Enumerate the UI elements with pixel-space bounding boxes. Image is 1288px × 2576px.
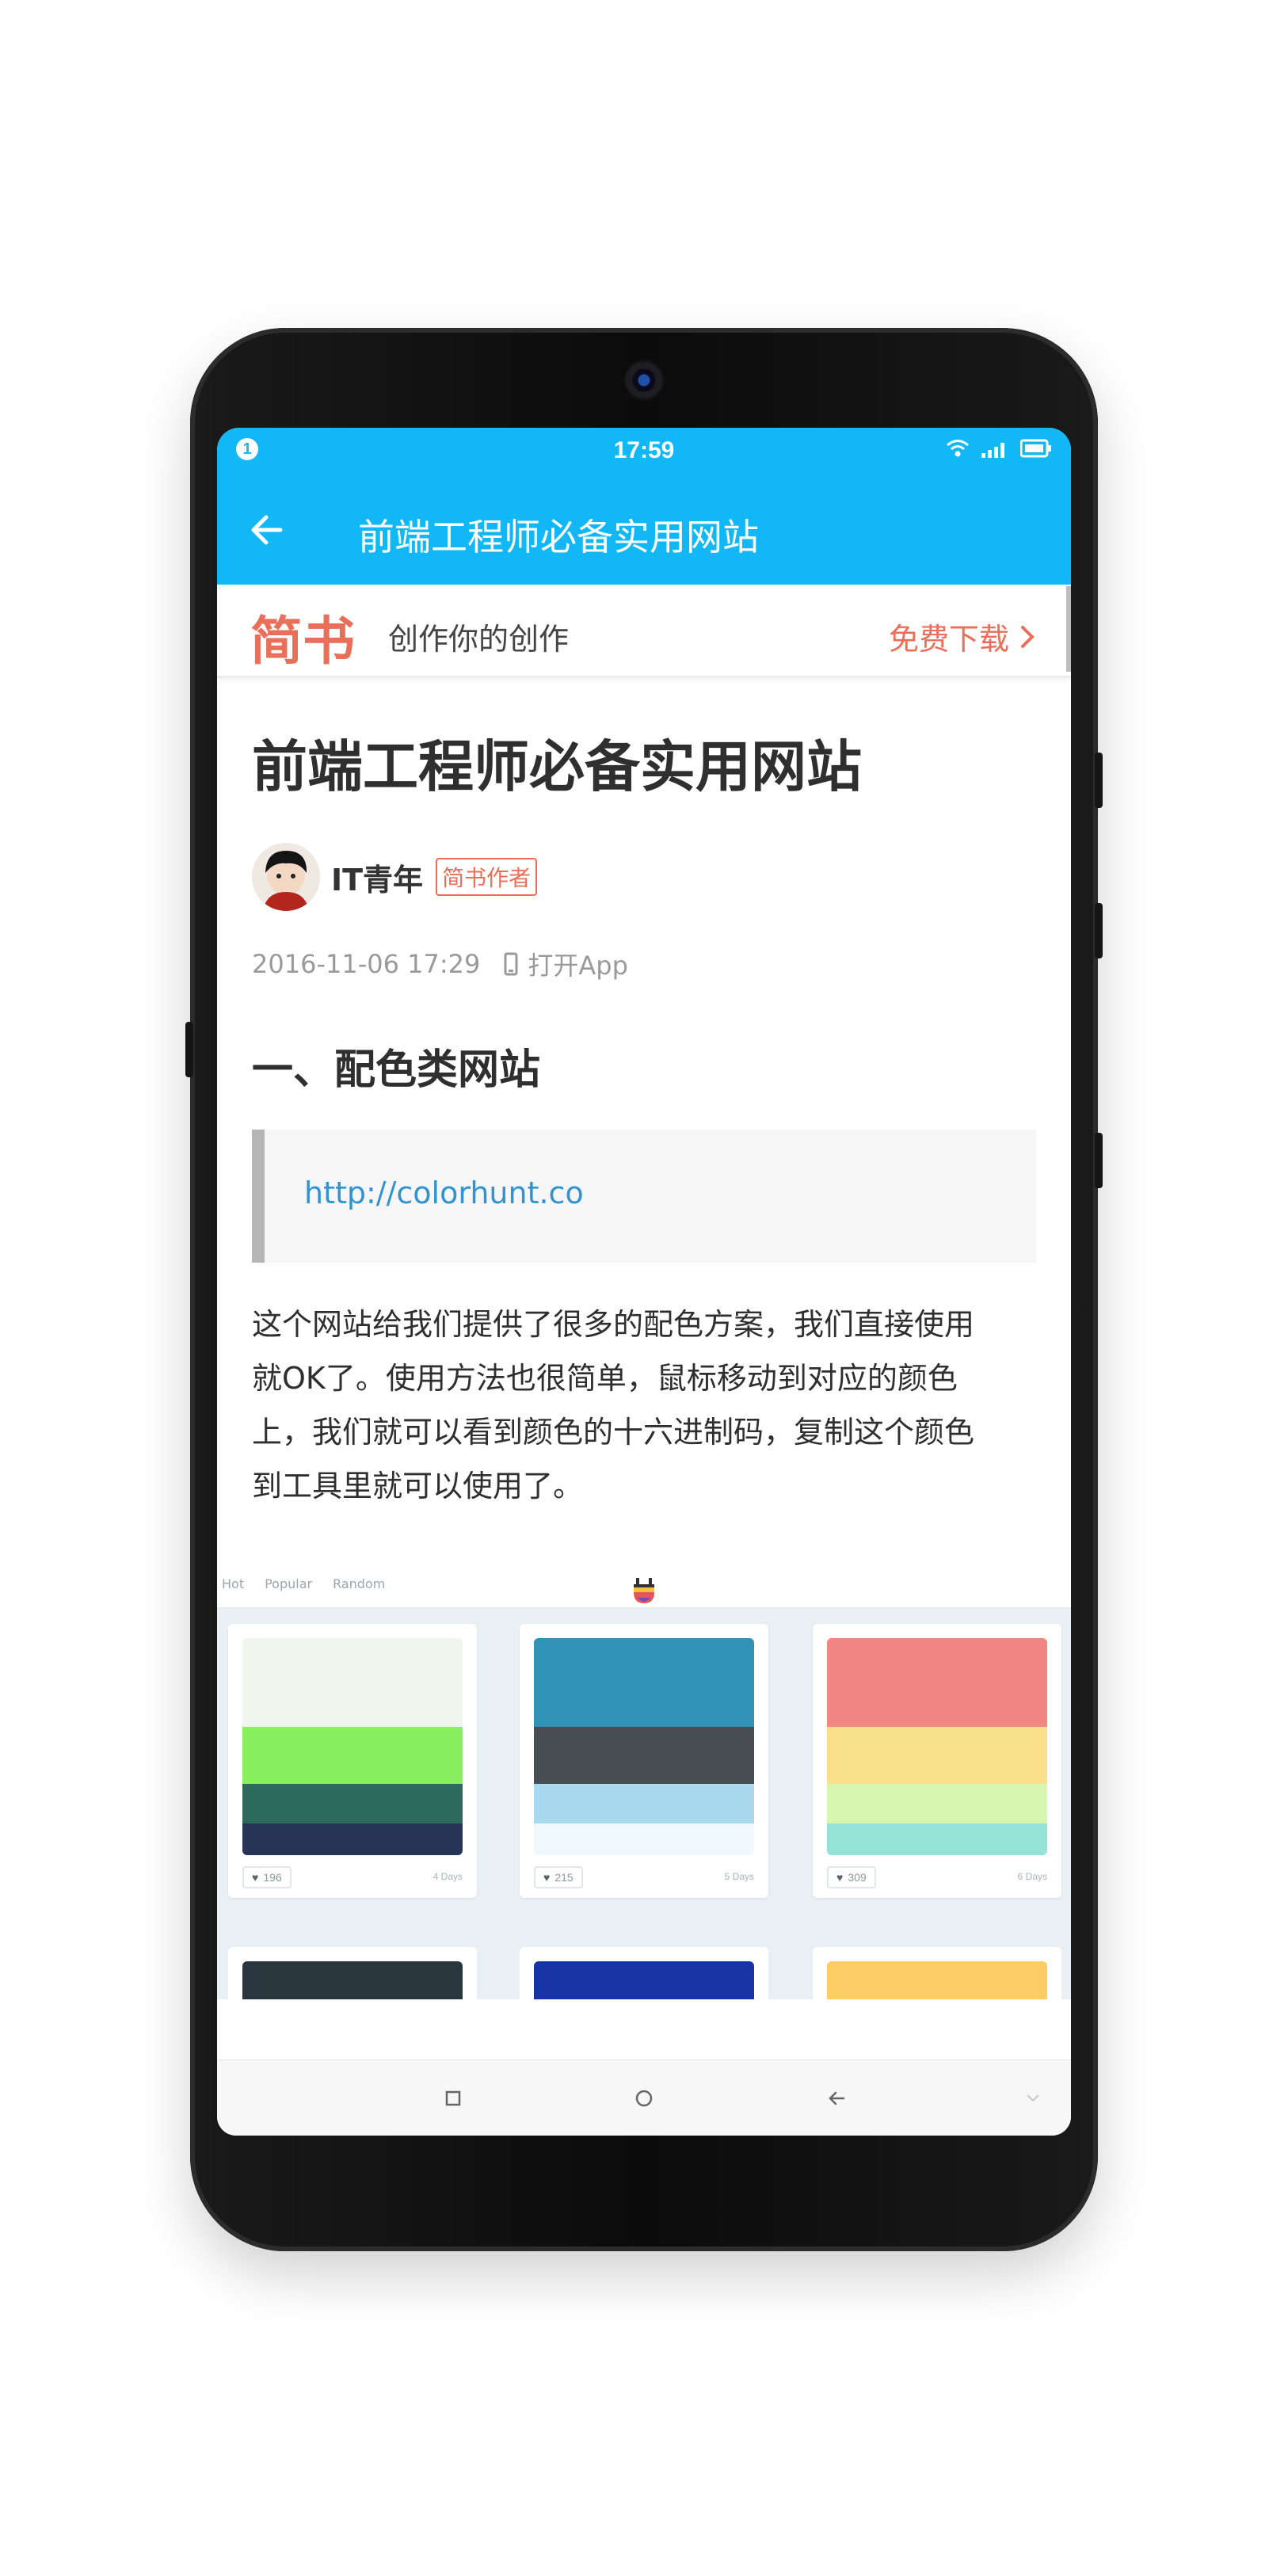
arrow-left-icon [251, 515, 283, 545]
swatch [534, 1961, 754, 1999]
swatch [534, 1823, 754, 1855]
like-button[interactable]: ♥ 309 [827, 1866, 876, 1888]
battery-icon [1020, 439, 1051, 458]
home-icon [635, 2090, 653, 2107]
heart-icon: ♥ [836, 1871, 844, 1884]
chevron-right-icon [1021, 625, 1035, 648]
article-title: 前端工程师必备实用网站 [252, 734, 862, 799]
scrollbar[interactable] [1066, 586, 1071, 672]
image-nav-item: Hot [222, 1576, 245, 1591]
palette-card-partial[interactable] [228, 1947, 477, 1999]
palette-age: 6 Days [1017, 1871, 1047, 1882]
swatch [827, 1638, 1047, 1727]
avatar[interactable] [252, 843, 320, 911]
promo-banner: 简书 创作你的创作 免费下载 [217, 585, 1071, 678]
blockquote: http://colorhunt.co [252, 1130, 1036, 1263]
volume-button [185, 1022, 193, 1077]
image-nav-item: Popular [265, 1576, 313, 1591]
status-bar: 1 17:59 [217, 428, 1071, 474]
paragraph-line: 这个网站给我们提供了很多的配色方案，我们直接使用 [252, 1307, 975, 1342]
heart-icon: ♥ [252, 1871, 259, 1884]
status-time: 17:59 [613, 437, 675, 463]
phone-icon [504, 952, 518, 976]
paragraph-line: 就OK了。使用方法也很简单，鼠标移动到对应的颜色 [252, 1361, 958, 1396]
palette-card[interactable]: ♥ 309 6 Days [813, 1624, 1061, 1898]
like-count: 309 [848, 1871, 867, 1884]
swatch [242, 1727, 463, 1784]
section-heading: 一、配色类网站 [252, 1046, 541, 1094]
article-image[interactable]: Hot Popular Random ♥ 196 4 Days ♥ 215 5 … [217, 1564, 1071, 1999]
article-meta: 2016-11-06 17:29 打开App [252, 946, 628, 982]
palette-card-partial[interactable] [520, 1947, 768, 1999]
author-row: IT青年 简书作者 [252, 841, 538, 913]
open-app-label: 打开App [528, 951, 628, 981]
phone-screen: 1 17:59 前端工程师必备实用网站 简书 创作你的创作 免费下载 前端工程师… [217, 428, 1071, 2136]
paragraph-line: 上，我们就可以看到颜色的十六进制码，复制这个颜色 [252, 1415, 975, 1450]
colorhunt-link[interactable]: http://colorhunt.co [304, 1176, 584, 1210]
status-icons [946, 438, 1052, 459]
chevron-down-icon [1027, 2094, 1039, 2102]
image-nav-item: Random [333, 1576, 386, 1591]
palette-card[interactable]: ♥ 215 5 Days [520, 1624, 768, 1898]
recents-icon [445, 2090, 461, 2106]
like-count: 215 [554, 1871, 574, 1884]
like-button[interactable]: ♥ 196 [242, 1866, 292, 1888]
system-nav-bar [217, 2060, 1071, 2136]
back-button[interactable] [246, 510, 290, 550]
download-label: 免费下载 [888, 622, 1009, 657]
download-button[interactable]: 免费下载 [889, 615, 1035, 658]
open-app-link[interactable]: 打开App [504, 946, 628, 982]
power-button [1095, 1133, 1103, 1188]
paragraph-line: 到工具里就可以使用了。 [252, 1469, 584, 1503]
image-nav: Hot Popular Random [222, 1576, 385, 1591]
side-button [1095, 753, 1103, 808]
palette-age: 4 Days [433, 1871, 463, 1882]
swatch [827, 1823, 1047, 1855]
palette-age: 5 Days [724, 1871, 754, 1882]
palette-swatches [534, 1638, 754, 1855]
palette-swatches [827, 1638, 1047, 1855]
app-bar-title: 前端工程师必备实用网站 [358, 516, 759, 558]
app-bar: 前端工程师必备实用网站 [217, 474, 1071, 585]
wifi-icon [947, 440, 969, 457]
colorhunt-logo-icon [634, 1578, 654, 1603]
swatch [827, 1784, 1047, 1823]
signal-icon [981, 443, 1004, 458]
nav-back-button[interactable] [817, 2079, 855, 2117]
swatch [242, 1961, 463, 1999]
publish-date: 2016-11-06 17:29 [252, 949, 481, 979]
image-header: Hot Popular Random [217, 1564, 1071, 1608]
swatch [242, 1823, 463, 1855]
swatch [534, 1727, 754, 1784]
swatch [827, 1727, 1047, 1784]
recents-button[interactable] [434, 2079, 472, 2117]
heart-icon: ♥ [543, 1871, 551, 1884]
swatch [827, 1961, 1047, 1999]
article-paragraph: 这个网站给我们提供了很多的配色方案，我们直接使用 就OK了。使用方法也很简单，鼠… [252, 1298, 1036, 1513]
author-badge: 简书作者 [436, 858, 538, 896]
swatch [534, 1638, 754, 1727]
swatch [534, 1784, 754, 1823]
side-button [1095, 903, 1103, 958]
swatch [242, 1638, 463, 1727]
like-button[interactable]: ♥ 215 [534, 1866, 583, 1888]
avatar-image [252, 843, 320, 911]
promo-tagline: 创作你的创作 [388, 622, 570, 657]
nav-collapse-button[interactable] [1014, 2079, 1052, 2117]
home-button[interactable] [625, 2079, 663, 2117]
author-name[interactable]: IT青年 [331, 855, 423, 899]
palette-card-partial[interactable] [813, 1947, 1061, 1999]
front-camera [626, 362, 662, 398]
back-icon [829, 2091, 845, 2105]
jianshu-logo: 简书 [250, 610, 355, 672]
swatch [242, 1784, 463, 1823]
like-count: 196 [263, 1871, 282, 1884]
palette-card[interactable]: ♥ 196 4 Days [228, 1624, 477, 1898]
palette-swatches [242, 1638, 463, 1855]
